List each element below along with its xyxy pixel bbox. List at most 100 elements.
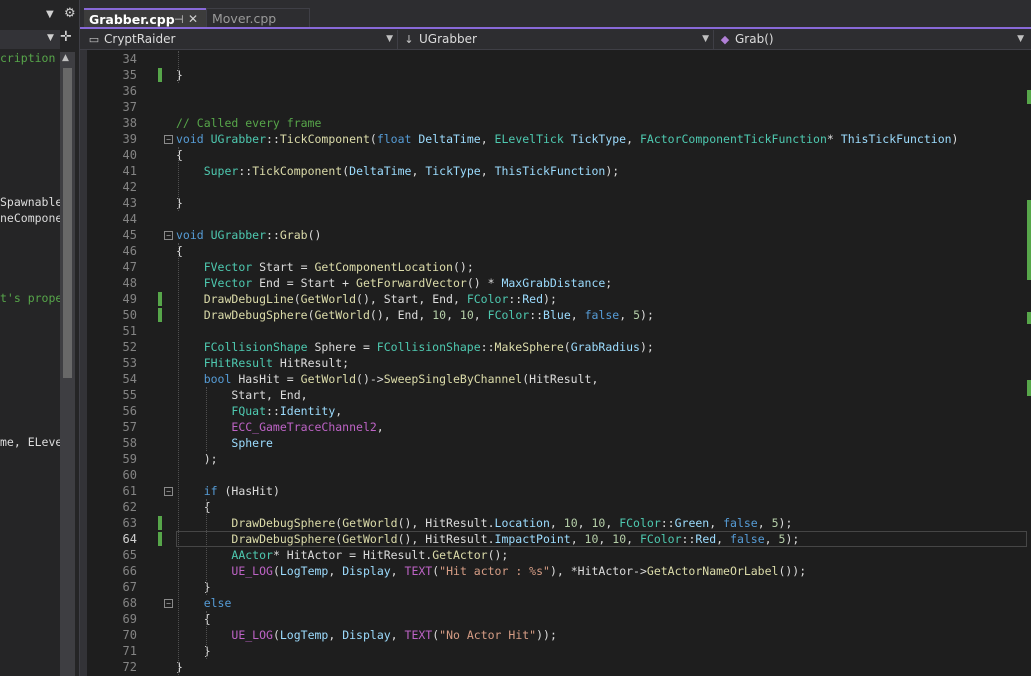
code-token: Start, End, — [176, 388, 308, 402]
code-line[interactable]: DrawDebugSphere(GetWorld(), HitResult.Lo… — [176, 515, 792, 531]
code-line[interactable]: if (HasHit) — [176, 483, 280, 499]
overview-ruler[interactable] — [1027, 50, 1031, 676]
split-pin-icon[interactable]: ✛ — [60, 29, 72, 45]
indent-guide — [178, 147, 179, 211]
change-marker — [1027, 312, 1031, 324]
chevron-down-icon[interactable]: ▼ — [46, 9, 54, 20]
code-token: , — [577, 516, 592, 530]
code-token: GetForwardVector — [356, 276, 467, 290]
scope-dropdown[interactable]: ↓ UGrabber ▼ — [402, 30, 714, 49]
project-dropdown[interactable]: ▭ CryptRaider ▼ — [87, 30, 398, 49]
line-number: 49 — [122, 292, 137, 306]
code-line[interactable]: AActor* HitActor = HitResult.GetActor(); — [176, 547, 508, 563]
code-line[interactable]: FVector Start = GetComponentLocation(); — [176, 259, 474, 275]
explorer-scroll-thumb[interactable] — [63, 68, 72, 378]
code-token: , — [328, 628, 343, 642]
code-line[interactable]: Sphere — [176, 435, 273, 451]
fold-toggle-icon[interactable]: − — [164, 599, 173, 608]
line-number: 48 — [122, 276, 137, 290]
code-token: :: — [266, 228, 280, 242]
line-number: 42 — [122, 180, 137, 194]
code-token: 10 — [432, 308, 447, 322]
code-line[interactable]: DrawDebugLine(GetWorld(), Start, End, FC… — [176, 291, 557, 307]
code-line[interactable]: DrawDebugSphere(GetWorld(), End, 10, 10,… — [176, 307, 654, 323]
fold-toggle-icon[interactable]: − — [164, 487, 173, 496]
code-token: TickComponent — [252, 164, 343, 178]
code-token: // Called every frame — [176, 116, 322, 130]
code-token: ( — [293, 292, 301, 306]
line-number: 54 — [122, 372, 137, 386]
code-token: ()); — [778, 564, 807, 578]
code-token: TickType — [425, 164, 481, 178]
code-token: GetWorld — [342, 516, 398, 530]
code-token: ); — [639, 340, 654, 354]
code-token: (); — [452, 260, 474, 274]
code-line[interactable]: void UGrabber::TickComponent(float Delta… — [176, 131, 958, 147]
tab-mover-cpp[interactable]: Mover.cpp — [206, 8, 310, 27]
code-line[interactable]: FVector End = Start + GetForwardVector()… — [176, 275, 613, 291]
code-line[interactable]: else — [176, 595, 232, 611]
code-line[interactable]: void UGrabber::Grab() — [176, 227, 321, 243]
code-token: (); — [487, 548, 509, 562]
line-number-gutter: 34 35 36 37 38 39 40 41 42 43 44 45 46 47 48 49 50 51 52 53… — [80, 50, 176, 676]
code-token: ELevelTick — [494, 132, 571, 146]
code-line[interactable]: // Called every frame — [176, 115, 321, 131]
code-token: Display — [342, 564, 391, 578]
code-line[interactable]: Super::TickComponent(DeltaTime, TickType… — [176, 163, 620, 179]
code-token: ( — [272, 564, 280, 578]
code-token: Grab — [279, 228, 308, 242]
line-number: 68 — [122, 596, 137, 610]
project-icon: ▭ — [88, 33, 100, 46]
code-token: , — [626, 132, 640, 146]
chevron-down-icon[interactable]: ▼ — [47, 33, 54, 43]
code-token: DrawDebugSphere — [231, 516, 336, 530]
code-line[interactable]: bool HasHit = GetWorld()->SweepSingleByC… — [176, 371, 599, 387]
change-marker — [1027, 380, 1031, 396]
fold-toggle-icon[interactable]: − — [164, 135, 173, 144]
indent-guide — [206, 387, 207, 451]
gear-icon[interactable]: ⚙ — [64, 6, 76, 21]
code-token: , — [716, 532, 731, 546]
code-token: MaxGrabDistance — [501, 276, 606, 290]
code-token: SweepSingleByChannel — [383, 372, 523, 386]
code-line[interactable]: DrawDebugSphere(GetWorld(), HitResult.Im… — [176, 531, 799, 547]
code-token: FHitResult — [203, 356, 280, 370]
code-editor[interactable]: 34 35 36 37 38 39 40 41 42 43 44 45 46 47 48 49 50 51 52 53… — [80, 50, 1031, 676]
code-line[interactable]: UE_LOG(LogTemp, Display, TEXT("No Actor … — [176, 627, 557, 643]
code-token: 10 — [459, 308, 474, 322]
scroll-up-icon[interactable]: ▲ — [62, 53, 69, 63]
line-number: 70 — [122, 628, 137, 642]
tab-grabber-cpp[interactable]: Grabber.cpp ⊣ ✕ — [84, 8, 206, 27]
code-token: FColor — [487, 308, 530, 322]
code-line[interactable]: Start, End, — [176, 387, 308, 403]
member-dropdown[interactable]: ◆ Grab() ▼ — [718, 30, 1028, 49]
code-line[interactable]: FQuat::Identity, — [176, 403, 342, 419]
fold-toggle-icon[interactable]: − — [164, 231, 173, 240]
code-token: , — [473, 308, 488, 322]
code-token: (HitResult, — [522, 372, 599, 386]
code-token: float — [376, 132, 419, 146]
code-area[interactable]: }// Called every frame void UGrabber::Tic… — [176, 50, 1031, 676]
code-token: )); — [536, 628, 557, 642]
line-number: 46 — [122, 244, 137, 258]
code-token: ImpactPoint — [494, 532, 571, 546]
line-number: 34 — [122, 52, 137, 66]
code-line[interactable]: ); — [176, 451, 218, 467]
code-line[interactable]: FHitResult HitResult; — [176, 355, 349, 371]
explorer-text-fragment: t's prope — [0, 291, 63, 305]
code-line[interactable]: FCollisionShape Sphere = FCollisionShape… — [176, 339, 654, 355]
code-token: , — [376, 420, 384, 434]
code-line[interactable]: UE_LOG(LogTemp, Display, TEXT("Hit actor… — [176, 563, 806, 579]
code-token: GetWorld — [300, 372, 357, 386]
code-token: * — [826, 132, 841, 146]
line-number: 60 — [122, 468, 137, 482]
code-token: () * — [466, 276, 502, 290]
code-line[interactable]: ECC_GameTraceChannel2, — [176, 419, 384, 435]
code-token: DrawDebugSphere — [231, 532, 336, 546]
code-token: 10 — [584, 532, 599, 546]
